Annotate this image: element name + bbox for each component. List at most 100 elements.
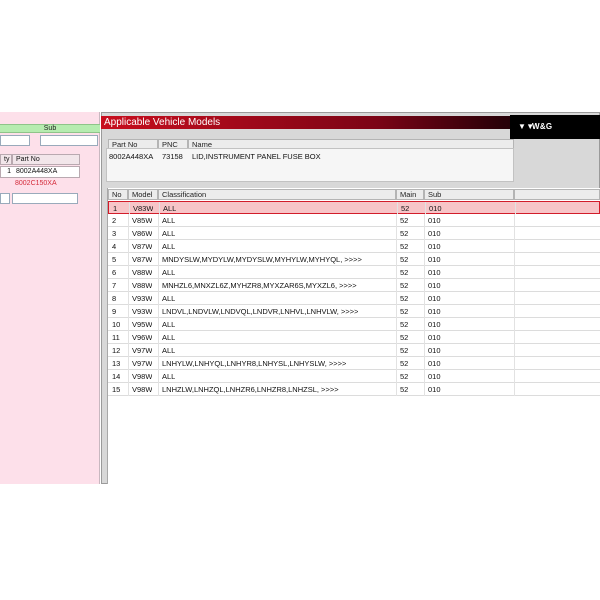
column-divider bbox=[514, 240, 515, 253]
column-divider bbox=[158, 292, 159, 305]
cell-classification: ALL bbox=[162, 229, 176, 238]
cell-sub: 010 bbox=[428, 229, 441, 238]
column-divider bbox=[396, 370, 397, 383]
cell-main: 52 bbox=[400, 385, 409, 394]
cell-model: V93W bbox=[132, 294, 153, 303]
cell-main: 52 bbox=[400, 346, 409, 355]
cell-model: V87W bbox=[132, 255, 153, 264]
column-divider bbox=[424, 279, 425, 292]
left-empty-cell[interactable] bbox=[0, 193, 10, 204]
cell-model: V97W bbox=[132, 346, 153, 355]
table-row[interactable]: 5 V87W MNDYSLW,MYDYLW,MYDYSLW,MYHYLW,MYHYQ… bbox=[108, 253, 600, 266]
cell-classification: ALL bbox=[162, 372, 176, 381]
left-empty-cell[interactable] bbox=[12, 193, 78, 204]
cell-no: 3 bbox=[112, 229, 117, 238]
column-divider bbox=[424, 253, 425, 266]
cell-classification: ALL bbox=[162, 268, 176, 277]
cell-no: 11 bbox=[112, 333, 120, 342]
cell-sub: 010 bbox=[428, 372, 441, 381]
cell-model: V98W bbox=[132, 372, 153, 381]
column-divider bbox=[396, 331, 397, 344]
column-divider bbox=[424, 370, 425, 383]
column-divider bbox=[514, 357, 515, 370]
cell-model: V88W bbox=[132, 268, 153, 277]
grid-col-sub-header[interactable]: Sub bbox=[424, 189, 514, 200]
column-divider bbox=[128, 214, 129, 227]
table-row[interactable]: 2 V85W ALL 52 010 bbox=[108, 214, 600, 227]
table-row[interactable]: 6 V88W ALL 52 010 bbox=[108, 266, 600, 279]
table-row[interactable]: 3 V86W ALL 52 010 bbox=[108, 227, 600, 240]
cell-model: V96W bbox=[132, 333, 153, 342]
cell-sub: 010 bbox=[428, 385, 441, 394]
table-row[interactable]: 14 V98W ALL 52 010 bbox=[108, 370, 600, 383]
table-row[interactable]: 12 V97W ALL 52 010 bbox=[108, 344, 600, 357]
column-divider bbox=[128, 279, 129, 292]
column-divider bbox=[424, 305, 425, 318]
cell-main: 52 bbox=[400, 333, 409, 342]
column-divider bbox=[158, 240, 159, 253]
grid-col-main-header[interactable]: Main bbox=[396, 189, 424, 200]
info-partno-value: 8002A448XA bbox=[109, 152, 154, 161]
cell-classification: MNHZL6,MNXZL6Z,MYHZR8,MYXZAR6S,MYXZL6, >… bbox=[162, 281, 357, 290]
cell-model: V86W bbox=[132, 229, 153, 238]
cell-classification: ALL bbox=[162, 294, 176, 303]
left-col-partno-header[interactable]: Part No bbox=[12, 154, 80, 165]
cell-no: 6 bbox=[112, 268, 117, 277]
column-divider bbox=[514, 370, 515, 383]
column-divider bbox=[158, 214, 159, 227]
cell-no: 4 bbox=[112, 242, 117, 251]
table-row[interactable]: 11 V96W ALL 52 010 bbox=[108, 331, 600, 344]
table-row[interactable]: 15 V98W LNHZLW,LNHZQL,LNHZR6,LNHZR8,LNHZSL… bbox=[108, 383, 600, 396]
grid-col-no-header[interactable]: No bbox=[108, 189, 128, 200]
cell-sub: 010 bbox=[428, 255, 441, 264]
cell-sub: 010 bbox=[428, 307, 441, 316]
column-divider bbox=[396, 227, 397, 240]
column-divider bbox=[514, 279, 515, 292]
left-table-row[interactable]: 1 8002A448XA bbox=[0, 166, 80, 178]
window-title: Applicable Vehicle Models bbox=[104, 117, 221, 128]
column-divider bbox=[514, 292, 515, 305]
cell-model: V85W bbox=[132, 216, 153, 225]
cell-model: V97W bbox=[132, 359, 153, 368]
cell-model: V95W bbox=[132, 320, 153, 329]
cell-no: 10 bbox=[112, 320, 121, 329]
table-row[interactable]: 9 V93W LNDVL,LNDVLW,LNDVQL,LNDVR,LNHVL,LNH… bbox=[108, 305, 600, 318]
table-row[interactable]: 10 V95W ALL 52 010 bbox=[108, 318, 600, 331]
left-filter-field-1[interactable] bbox=[0, 135, 30, 146]
column-divider bbox=[396, 318, 397, 331]
left-filter-field-2[interactable] bbox=[40, 135, 98, 146]
column-divider bbox=[396, 279, 397, 292]
left-table-row[interactable]: 8002C150XA bbox=[0, 179, 80, 191]
cell-classification: LNHYLW,LNHYQL,LNHYR8,LNHYSL,LNHYSLW, >>>… bbox=[162, 359, 347, 368]
column-divider bbox=[128, 253, 129, 266]
table-row[interactable]: 8 V93W ALL 52 010 bbox=[108, 292, 600, 305]
logo-text: W&G bbox=[532, 122, 553, 131]
cell-sub: 010 bbox=[428, 294, 441, 303]
cell-no: 12 bbox=[112, 346, 121, 355]
left-row-partno: 8002C150XA bbox=[15, 180, 57, 187]
column-divider bbox=[128, 357, 129, 370]
cell-sub: 010 bbox=[428, 320, 441, 329]
column-divider bbox=[396, 292, 397, 305]
grid-col-model-header[interactable]: Model bbox=[128, 189, 158, 200]
grid-col-classification-header[interactable]: Classification bbox=[158, 189, 396, 200]
table-row[interactable]: 13 V97W LNHYLW,LNHYQL,LNHYR8,LNHYSL,LNHYSL… bbox=[108, 357, 600, 370]
cell-sub: 010 bbox=[428, 268, 441, 277]
column-divider bbox=[424, 266, 425, 279]
column-divider bbox=[158, 266, 159, 279]
column-divider bbox=[424, 357, 425, 370]
table-row[interactable]: 7 V88W MNHZL6,MNXZL6Z,MYHZR8,MYXZAR6S,MYXZ… bbox=[108, 279, 600, 292]
cell-no: 2 bbox=[112, 216, 117, 225]
cell-no: 9 bbox=[112, 307, 117, 316]
column-divider bbox=[514, 344, 515, 357]
column-divider bbox=[128, 331, 129, 344]
table-row[interactable]: 4 V87W ALL 52 010 bbox=[108, 240, 600, 253]
cell-no: 14 bbox=[112, 372, 121, 381]
column-divider bbox=[514, 305, 515, 318]
table-row[interactable]: 1 V83W ALL 52 010 bbox=[108, 201, 600, 215]
cell-classification: ALL bbox=[162, 216, 176, 225]
cell-model: V98W bbox=[132, 385, 153, 394]
column-divider bbox=[158, 331, 159, 344]
cell-main: 52 bbox=[400, 372, 409, 381]
left-col-qty-header[interactable]: ty bbox=[0, 154, 12, 165]
